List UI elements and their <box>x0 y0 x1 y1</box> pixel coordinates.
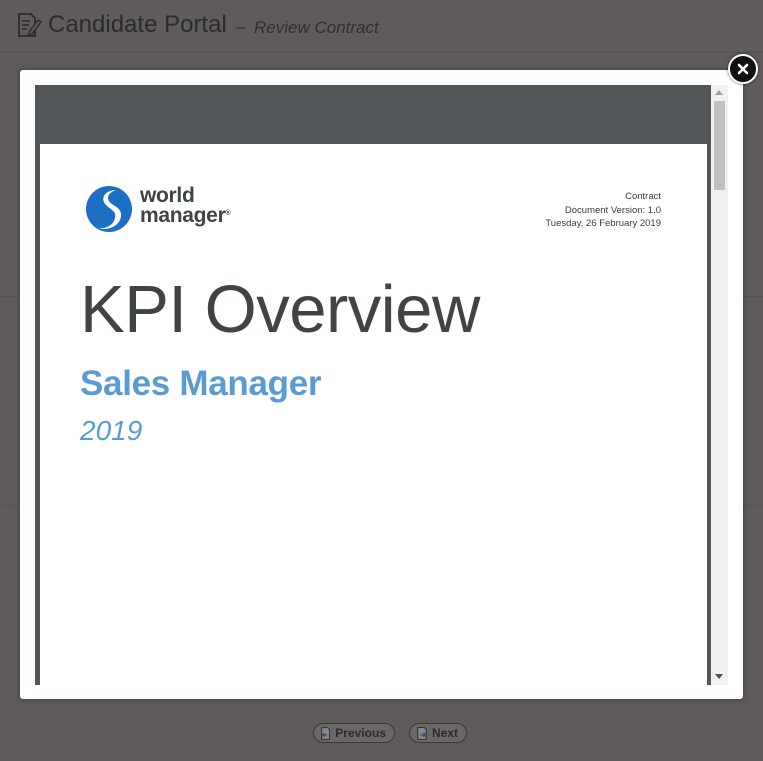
page-subtitle: Review Contract <box>254 18 379 37</box>
next-button[interactable]: Next <box>409 723 467 743</box>
document-year: 2019 <box>80 415 143 446</box>
edit-document-icon <box>16 12 43 38</box>
pdf-page: world manager® Contract Document Version… <box>40 144 707 685</box>
scroll-up-arrow-icon[interactable] <box>715 90 723 95</box>
logo-text: world manager® <box>140 184 231 227</box>
world-manager-logo: world manager® <box>84 184 274 236</box>
document-title: KPI Overview <box>80 272 480 347</box>
logo-mark-icon <box>86 186 132 232</box>
meta-version: Document Version: 1.0 <box>564 204 661 216</box>
pdf-viewer[interactable]: world manager® Contract Document Version… <box>35 85 728 685</box>
background-divider <box>0 296 20 297</box>
background-divider <box>0 505 20 506</box>
previous-label: Previous <box>335 726 386 740</box>
app-title: Candidate Portal <box>48 11 227 38</box>
registered-mark: ® <box>225 210 231 217</box>
document-forward-icon <box>417 726 427 740</box>
background-divider <box>743 505 763 506</box>
meta-type: Contract <box>625 191 661 202</box>
background-divider <box>743 296 763 297</box>
close-icon <box>737 63 749 75</box>
previous-button[interactable]: Previous <box>313 723 395 743</box>
next-label: Next <box>431 726 458 740</box>
logo-line-world: world <box>140 184 195 207</box>
scroll-down-arrow-icon[interactable] <box>715 674 723 679</box>
close-modal-button[interactable] <box>728 54 758 84</box>
meta-date: Tuesday, 26 February 2019 <box>545 218 661 229</box>
page-header: Candidate Portal – Review Contract <box>0 0 763 53</box>
document-meta: Contract Document Version: 1.0 Tuesday, … <box>545 190 661 231</box>
document-role: Sales Manager <box>80 364 322 403</box>
viewer-scrollbar[interactable] <box>711 85 728 685</box>
title-separator: – <box>236 17 246 36</box>
document-back-icon <box>321 726 331 740</box>
logo-line-manager: manager <box>140 204 226 227</box>
scroll-thumb[interactable] <box>714 101 725 190</box>
